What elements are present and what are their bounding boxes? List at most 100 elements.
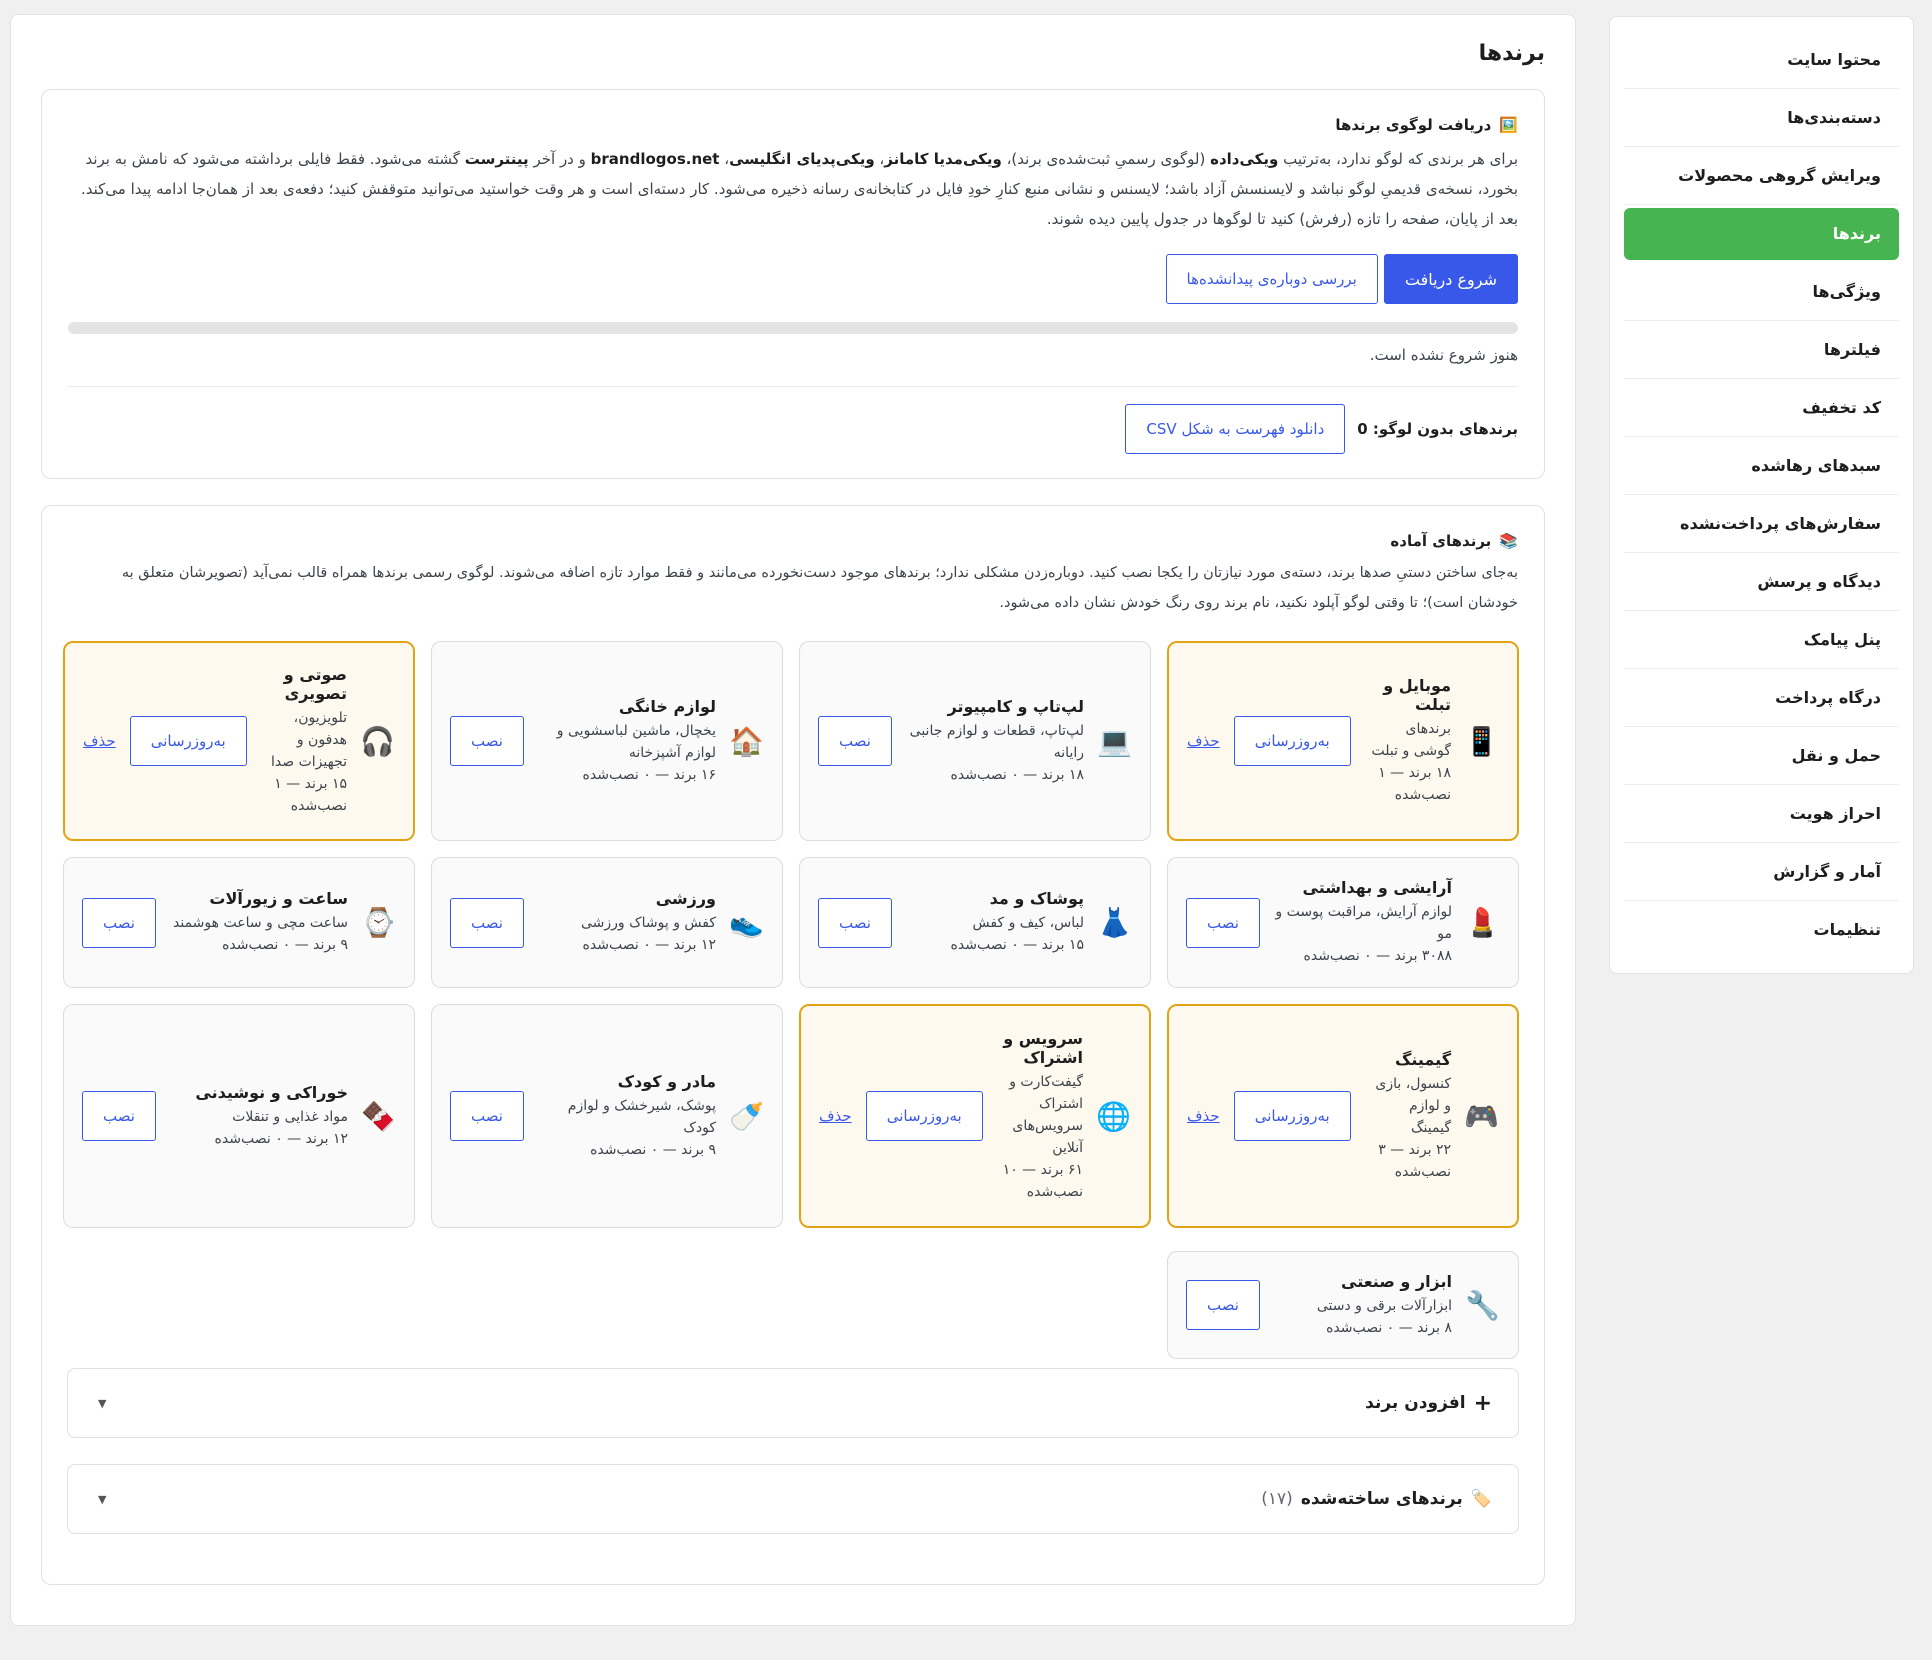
no-logo-label: برندهای بدون لوگو: 0 [1357, 420, 1518, 438]
sidebar-item[interactable]: دسته‌بندی‌ها [1624, 89, 1899, 147]
brand-pack-count: ۱۲ برند — ۰ نصب‌شده [582, 937, 716, 953]
update-pack-button[interactable]: به‌روزرسانی [129, 716, 247, 766]
brand-pack-description: یخچال، ماشین لباسشویی و لوازم آشپزخانه [556, 722, 716, 761]
brand-pack-info: ابزار و صنعتی ابزارآلات برقی و دستی ۸ برند… [1274, 1272, 1452, 1339]
brand-pack-info: صوتی و تصویری تلویزیون، هدفون و تجهیزات ص… [261, 665, 347, 817]
brand-pack-count: ۱۲ برند — ۰ نصب‌شده [214, 1130, 348, 1147]
sidebar-item[interactable]: درگاه پرداخت [1624, 669, 1899, 727]
brand-pack-info: لپ‌تاپ و کامپیوتر لپ‌تاپ، قطعات و لوازم ج… [906, 697, 1084, 786]
brand-pack-name: مادر و کودک [617, 1071, 716, 1091]
install-pack-button[interactable]: نصب [450, 1091, 524, 1141]
install-pack-button[interactable]: نصب [1186, 1280, 1260, 1330]
no-logo-row: برندهای بدون لوگو: 0 دانلود فهرست به شکل… [1125, 404, 1518, 454]
brand-pack-name: لپ‌تاپ و کامپیوتر [947, 696, 1084, 716]
sidebar-item[interactable]: تنظیمات [1624, 901, 1899, 959]
brand-pack-actions: به‌روزرسانی حذف [1187, 1091, 1351, 1141]
built-brands-accordion[interactable]: 🏷️ برندهای ساخته‌شده (۱۷) ▼ [67, 1464, 1519, 1534]
install-pack-button[interactable]: نصب [82, 1091, 156, 1141]
brand-pack-card: 🎮 گیمینگ کنسول، بازی و لوازم گیمینگ ۲۲ برند… [1167, 1004, 1519, 1228]
ready-brands-card: 📚 برندهای آماده به‌جای ساختن دستیِ صدها … [41, 505, 1545, 1585]
brand-pack-card: 🎧 صوتی و تصویری تلویزیون، هدفون و تجهیزات … [63, 641, 415, 841]
brand-pack-description: کنسول، بازی و لوازم گیمینگ [1375, 1075, 1451, 1136]
brand-pack-name: ابزار و صنعتی [1341, 1271, 1452, 1291]
install-pack-button[interactable]: نصب [82, 897, 156, 948]
brand-pack-card: 👗 پوشاک و مد لباس، کیف و کفش ۱۵ برند — ۰ نص… [799, 857, 1151, 988]
lipstick-icon: 💄 [1465, 906, 1500, 939]
built-brands-header: 🏷️ برندهای ساخته‌شده (۱۷) [1261, 1489, 1492, 1509]
brand-pack-description: تلویزیون، هدفون و تجهیزات صدا [271, 710, 347, 770]
brand-pack-count: ۸ برند — ۰ نصب‌شده [1326, 1319, 1452, 1336]
start-fetch-button[interactable]: شروع دریافت [1383, 254, 1518, 304]
brand-pack-info: مادر و کودک پوشک، شیرخشک و لوازم کودک ۹ بر… [538, 1072, 716, 1161]
sidebar-item[interactable]: ویرایش گروهی محصولات [1624, 147, 1899, 205]
sidebar-item[interactable]: فیلترها [1624, 321, 1899, 379]
sidebar-item[interactable]: آمار و گزارش [1624, 843, 1899, 901]
brand-pack-card: 💄 آرایشی و بهداشتی لوازم آرایش، مراقبت پوس… [1167, 857, 1519, 988]
brand-pack-name: لوازم خانگی [618, 696, 716, 716]
brand-pack-name: خوراکی و نوشیدنی [195, 1082, 348, 1102]
brand-pack-count: ۲۲ برند — ۳ نصب‌شده [1378, 1141, 1451, 1180]
dress-icon: 👗 [1097, 906, 1132, 939]
wrench-icon: 🔧 [1465, 1288, 1500, 1322]
sidebar-item[interactable]: کد تخفیف [1624, 379, 1899, 437]
sidebar-item[interactable]: سفارش‌های پرداخت‌نشده [1624, 495, 1899, 553]
no-logo-count: 0 [1357, 420, 1368, 438]
fetch-progress-bar [68, 322, 1518, 334]
download-csv-button[interactable]: دانلود فهرست به شکل CSV [1125, 404, 1346, 454]
brand-pack-info: گیمینگ کنسول، بازی و لوازم گیمینگ ۲۲ برند … [1365, 1050, 1451, 1183]
recheck-not-found-button[interactable]: بررسی دوباره‌ی پیدانشده‌ها [1165, 254, 1378, 304]
sidebar-item[interactable]: دیدگاه و پرسش [1624, 553, 1899, 611]
install-pack-button[interactable]: نصب [450, 897, 524, 948]
install-pack-button[interactable]: نصب [450, 716, 524, 766]
sneaker-icon: 👟 [729, 906, 764, 939]
brand-pack-actions: نصب [82, 897, 156, 948]
sidebar-item[interactable]: حمل و نقل [1624, 727, 1899, 785]
sidebar-item[interactable]: احراز هویت [1624, 785, 1899, 843]
brand-pack-description: مواد غذایی و تنقلات [232, 1108, 348, 1125]
sidebar-item[interactable]: پنل پیامک [1624, 611, 1899, 669]
install-pack-button[interactable]: نصب [818, 897, 892, 948]
update-pack-button[interactable]: به‌روزرسانی [1233, 1091, 1351, 1141]
sidebar-item[interactable]: ویژگی‌ها [1624, 263, 1899, 321]
delete-pack-link[interactable]: حذف [83, 732, 116, 750]
brand-pack-info: خوراکی و نوشیدنی مواد غذایی و تنقلات ۱۲ بر… [170, 1083, 348, 1150]
brand-pack-info: آرایشی و بهداشتی لوازم آرایش، مراقبت پوست… [1274, 878, 1452, 967]
brand-pack-info: ورزشی کفش و پوشاک ورزشی ۱۲ برند — ۰ نصب‌شد… [538, 889, 716, 956]
brand-pack-card: 💻 لپ‌تاپ و کامپیوتر لپ‌تاپ، قطعات و لوازم … [799, 641, 1151, 841]
update-pack-button[interactable]: به‌روزرسانی [865, 1091, 983, 1141]
label-tag-icon: 🏷️ [1470, 1489, 1492, 1509]
add-brand-label: افزودن برند [1365, 1393, 1466, 1413]
brand-pack-actions: نصب [450, 716, 524, 766]
brand-pack-card: 🏠 لوازم خانگی یخچال، ماشین لباسشویی و لواز… [431, 641, 783, 841]
logo-fetch-description: برای هر برندی که لوگو ندارد، به‌ترتیب وی… [80, 150, 1518, 228]
brand-pack-card: 📱 موبایل و تبلت برندهای گوشی و تبلت ۱۸ برند… [1167, 641, 1519, 841]
ready-brands-title: 📚 برندهای آماده [1390, 532, 1518, 550]
brand-pack-description: لپ‌تاپ، قطعات و لوازم جانبی رایانه [909, 722, 1084, 761]
logo-fetch-title-text: دریافت لوگوی برندها [1335, 116, 1492, 134]
delete-pack-link[interactable]: حذف [1187, 732, 1220, 750]
brand-pack-info: موبایل و تبلت برندهای گوشی و تبلت ۱۸ برند … [1365, 676, 1451, 806]
install-pack-button[interactable]: نصب [818, 716, 892, 766]
brand-pack-name: موبایل و تبلت [1383, 676, 1451, 714]
brand-pack-description: ساعت مچی و ساعت هوشمند [173, 915, 348, 931]
brand-pack-count: ۶۱ برند — ۱۰ نصب‌شده [1002, 1162, 1083, 1200]
built-brands-label: برندهای ساخته‌شده [1300, 1489, 1463, 1509]
update-pack-button[interactable]: به‌روزرسانی [1233, 716, 1351, 766]
divider [68, 386, 1518, 387]
brand-pack-actions: نصب [1186, 1280, 1260, 1330]
sidebar-item[interactable]: برندها [1624, 208, 1899, 260]
sidebar-item[interactable]: سبدهای رهاشده [1624, 437, 1899, 495]
delete-pack-link[interactable]: حذف [819, 1107, 852, 1125]
brand-pack-name: صوتی و تصویری [283, 665, 347, 703]
install-pack-button[interactable]: نصب [1186, 897, 1260, 948]
delete-pack-link[interactable]: حذف [1187, 1107, 1220, 1125]
brand-pack-description: گیفت‌کارت و اشتراک سرویس‌های آنلاین [1009, 1074, 1083, 1156]
gamepad-icon: 🎮 [1464, 1099, 1499, 1133]
globe-icon: 🌐 [1096, 1099, 1131, 1133]
sidebar-item[interactable]: محتوا سایت [1624, 31, 1899, 89]
add-brand-accordion[interactable]: + افزودن برند ▼ [67, 1368, 1519, 1438]
mobile-phone-icon: 📱 [1464, 724, 1499, 758]
built-brands-count: (۱۷) [1261, 1489, 1293, 1509]
chocolate-icon: 🍫 [361, 1099, 396, 1133]
brand-pack-description: لباس، کیف و کفش [972, 915, 1084, 931]
